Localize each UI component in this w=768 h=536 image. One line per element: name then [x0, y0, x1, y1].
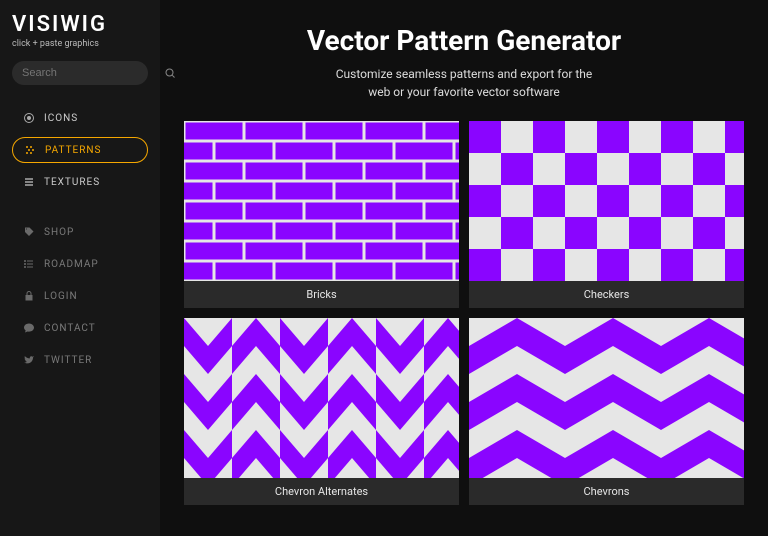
- pattern-caption: Bricks: [184, 281, 459, 308]
- pattern-preview: [469, 121, 744, 281]
- lock-icon: [22, 290, 36, 302]
- pattern-card-chevron-alternates[interactable]: Chevron Alternates: [184, 318, 459, 505]
- sidebar-item-textures[interactable]: TEXTURES: [12, 169, 148, 195]
- search-input-container[interactable]: [12, 61, 148, 85]
- sidebar-item-login[interactable]: LOGIN: [12, 283, 148, 309]
- main-content: Vector Pattern Generator Customize seaml…: [160, 0, 768, 536]
- pattern-card-bricks[interactable]: Bricks: [184, 121, 459, 308]
- sidebar-item-label: SHOP: [44, 227, 74, 238]
- sidebar-item-label: LOGIN: [44, 291, 78, 302]
- pattern-caption: Chevron Alternates: [184, 478, 459, 505]
- page-title: Vector Pattern Generator: [184, 24, 744, 57]
- sidebar-item-twitter[interactable]: TWITTER: [12, 347, 148, 373]
- sidebar: VISIWIG click + paste graphics ICONS PAT…: [0, 0, 160, 536]
- pattern-card-checkers[interactable]: Checkers: [469, 121, 744, 308]
- pattern-grid: Bricks Checkers Chevron Alternates Chevr…: [184, 121, 744, 505]
- tag-icon: [22, 226, 36, 238]
- pattern-caption: Chevrons: [469, 478, 744, 505]
- pattern-dots-icon: [23, 144, 37, 156]
- sidebar-item-label: CONTACT: [44, 323, 96, 334]
- nav-primary: ICONS PATTERNS TEXTURES: [12, 105, 148, 195]
- sidebar-item-contact[interactable]: CONTACT: [12, 315, 148, 341]
- pattern-preview: [184, 318, 459, 478]
- sidebar-item-patterns[interactable]: PATTERNS: [12, 137, 148, 163]
- page-subtitle: Customize seamless patterns and export f…: [184, 65, 744, 101]
- sidebar-item-icons[interactable]: ICONS: [12, 105, 148, 131]
- sidebar-item-label: ICONS: [44, 113, 78, 124]
- list-icon: [22, 258, 36, 270]
- pattern-caption: Checkers: [469, 281, 744, 308]
- brand-name[interactable]: VISIWIG: [12, 12, 148, 37]
- sidebar-item-roadmap[interactable]: ROADMAP: [12, 251, 148, 277]
- sidebar-item-label: ROADMAP: [44, 259, 99, 270]
- brand-tagline: click + paste graphics: [12, 39, 148, 49]
- circle-target-icon: [22, 112, 36, 124]
- pattern-preview: [184, 121, 459, 281]
- search-input[interactable]: [22, 67, 164, 79]
- nav-secondary: SHOP ROADMAP LOGIN CONTACT TWITTER: [12, 219, 148, 373]
- pattern-card-chevrons[interactable]: Chevrons: [469, 318, 744, 505]
- sidebar-item-label: PATTERNS: [45, 145, 101, 156]
- sidebar-item-label: TEXTURES: [44, 177, 100, 188]
- twitter-icon: [22, 354, 36, 366]
- sidebar-item-shop[interactable]: SHOP: [12, 219, 148, 245]
- texture-bars-icon: [22, 176, 36, 188]
- speech-bubble-icon: [22, 322, 36, 334]
- sidebar-item-label: TWITTER: [44, 355, 92, 366]
- pattern-preview: [469, 318, 744, 478]
